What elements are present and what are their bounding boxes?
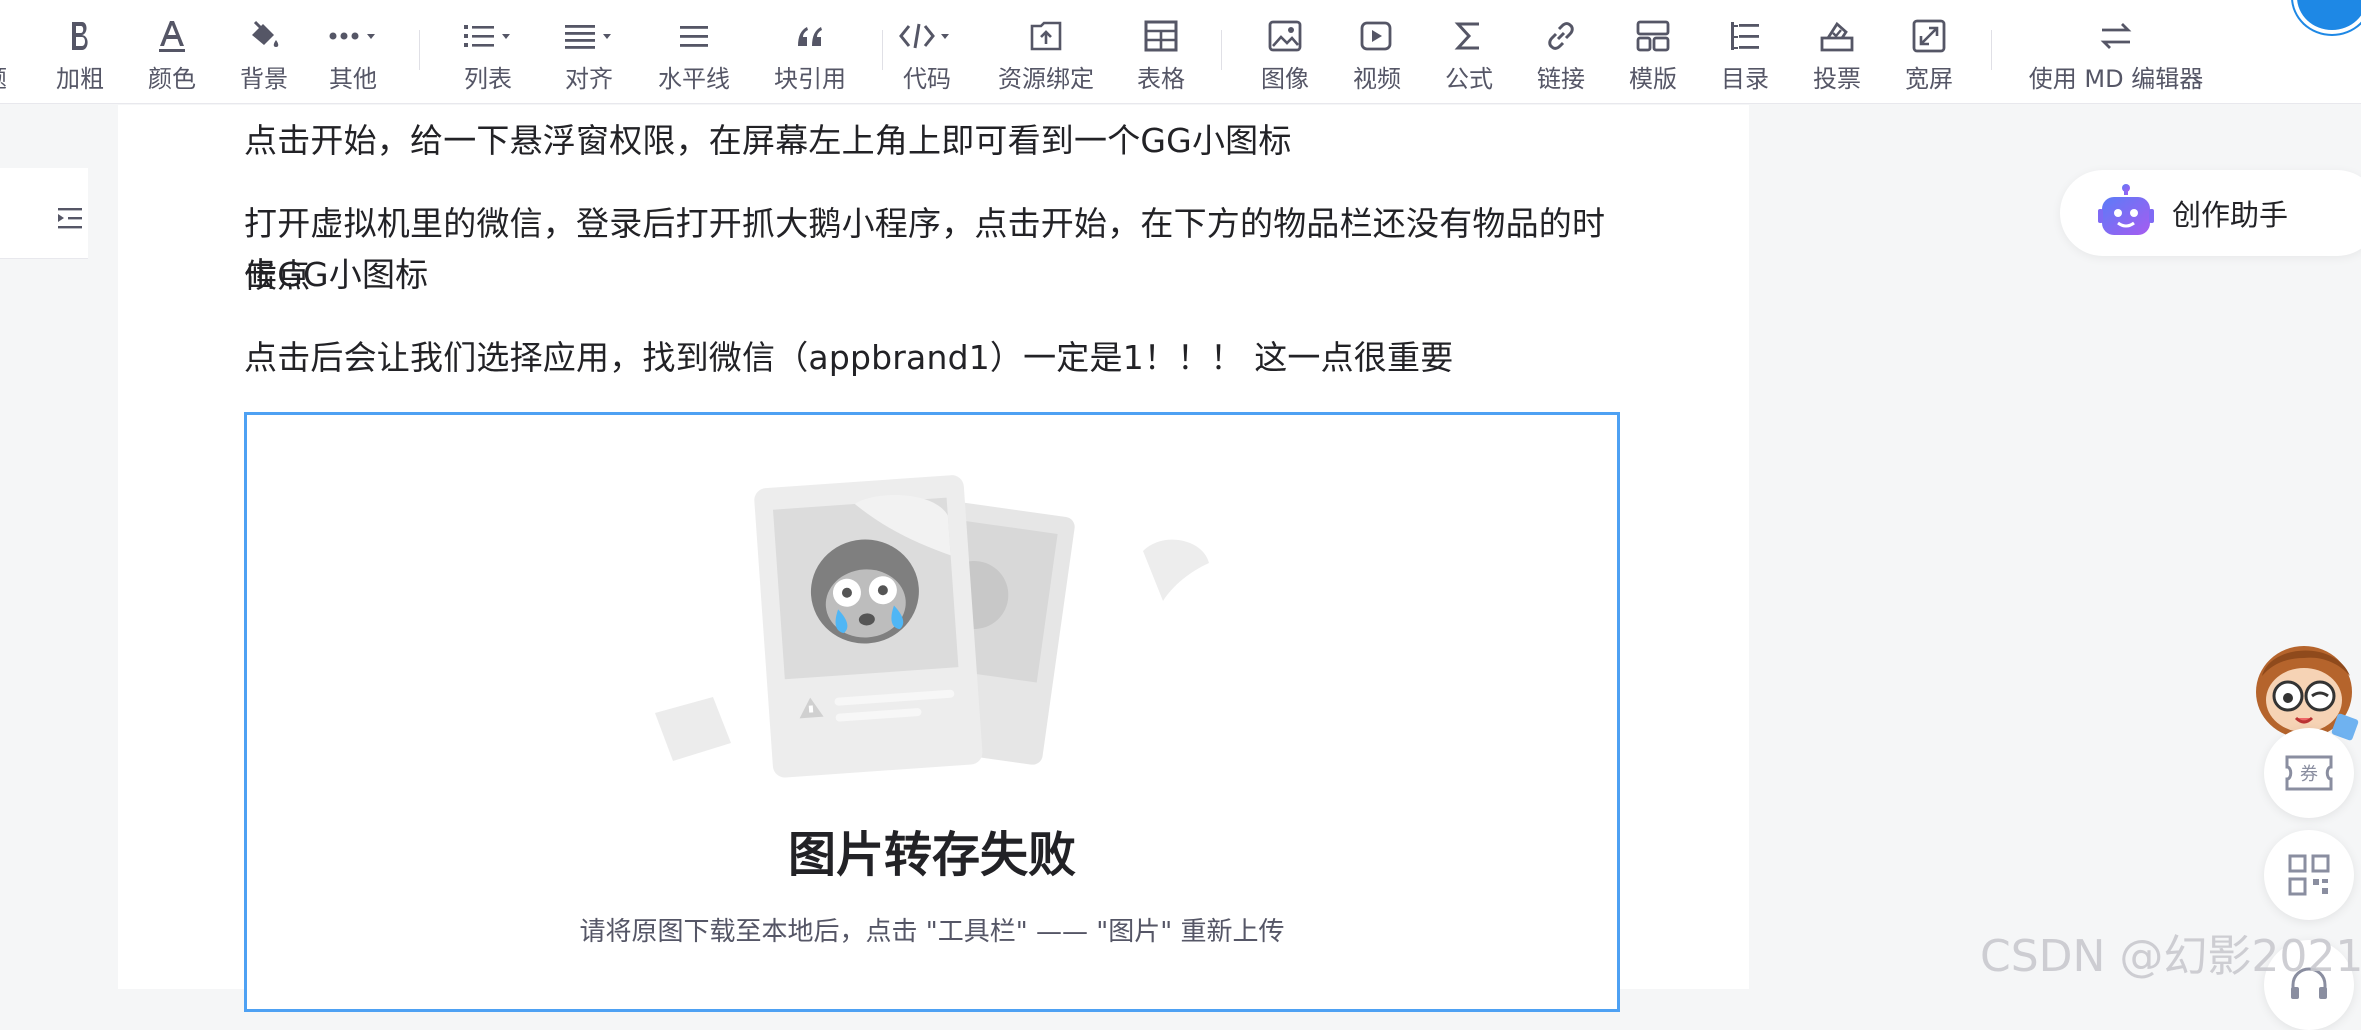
toolbar-label: 图像 <box>1261 65 1309 93</box>
outline-toggle-icon[interactable] <box>54 202 86 238</box>
toolbar-label: 其他 <box>329 65 377 93</box>
toolbar-list-button[interactable]: 列表 <box>453 0 523 104</box>
toolbar-label: 对齐 <box>565 65 613 93</box>
broken-image-illustration <box>643 451 1223 785</box>
code-icon <box>899 14 955 58</box>
assistant-label: 创作助手 <box>2172 198 2289 232</box>
horizontal-rule-icon <box>676 14 712 58</box>
user-avatar[interactable] <box>2293 0 2361 34</box>
image-error-description: 请将原图下载至本地后，点击 "工具栏" —— "图片" 重新上传 <box>579 917 1285 947</box>
toolbar-divider <box>419 30 420 70</box>
toolbar-md-editor-button[interactable]: 使用 MD 编辑器 <box>2028 0 2204 104</box>
qr-code-button[interactable] <box>2264 830 2354 920</box>
link-icon <box>1543 14 1579 58</box>
paragraph: 击GG小图标 <box>244 255 429 294</box>
quote-icon <box>792 14 828 58</box>
more-dots-icon <box>325 14 381 58</box>
toolbar-label: 视频 <box>1353 65 1401 93</box>
toolbar-hr-button[interactable]: 水平线 <box>652 0 736 104</box>
image-upload-failed-block[interactable]: 图片转存失败 请将原图下载至本地后，点击 "工具栏" —— "图片" 重新上传 <box>244 412 1620 1012</box>
switch-editor-icon <box>2098 14 2134 58</box>
toolbar-divider <box>882 30 883 70</box>
toolbar-resource-button[interactable]: 资源绑定 <box>994 0 1098 104</box>
qr-code-icon <box>2288 854 2330 896</box>
csdn-watermark: CSDN @幻影2021 <box>1980 931 2361 982</box>
heading-dropdown-icon <box>0 14 13 58</box>
toolbar-align-button[interactable]: 对齐 <box>554 0 624 104</box>
toolbar-label: 加粗 <box>56 65 104 93</box>
toolbar-quote-button[interactable]: 块引用 <box>768 0 852 104</box>
vote-icon <box>1819 14 1855 58</box>
toolbar-widescreen-button[interactable]: 宽屏 <box>1901 0 1957 104</box>
toolbar-divider <box>1991 30 1992 70</box>
toolbar-label: 题 <box>0 64 7 94</box>
toolbar-background-button[interactable]: 背景 <box>236 0 292 104</box>
toolbar-bold-button[interactable]: 加粗 <box>52 0 108 104</box>
editor-content[interactable]: 点击开始，给一下悬浮窗权限，在屏幕左上角上即可看到一个GG小图标 打开虚拟机里的… <box>118 105 1749 1012</box>
toolbar-label: 列表 <box>464 65 512 93</box>
toolbar-code-button[interactable]: 代码 <box>892 0 962 104</box>
toolbar-label: 代码 <box>903 65 951 93</box>
toolbar-label: 背景 <box>240 65 288 93</box>
toolbar-more-button[interactable]: 其他 <box>318 0 388 104</box>
toolbar-label: 宽屏 <box>1905 65 1953 93</box>
align-icon <box>561 14 617 58</box>
creation-assistant-button[interactable]: 创作助手 <box>2060 170 2361 256</box>
toc-icon <box>1727 14 1763 58</box>
toolbar-label: 模版 <box>1629 65 1677 93</box>
toolbar-label: 块引用 <box>774 65 846 93</box>
image-error-title: 图片转存失败 <box>787 827 1076 883</box>
paragraph: 点击开始，给一下悬浮窗权限，在屏幕左上角上即可看到一个GG小图标 <box>244 121 1292 160</box>
toolbar-label: 投票 <box>1813 65 1861 93</box>
paint-bucket-icon <box>246 14 282 58</box>
toolbar-link-button[interactable]: 链接 <box>1533 0 1589 104</box>
toolbar-label: 公式 <box>1445 65 1493 93</box>
toolbar-label: 资源绑定 <box>998 65 1094 93</box>
toolbar-video-button[interactable]: 视频 <box>1349 0 1405 104</box>
image-icon <box>1267 14 1303 58</box>
toolbar-label: 颜色 <box>148 65 196 93</box>
paragraph: 点击后会让我们选择应用，找到微信（appbrand1）一定是1！！！ 这一点很重… <box>244 338 1454 377</box>
toolbar-label: 使用 MD 编辑器 <box>2028 65 2204 93</box>
toolbar-label: 表格 <box>1137 65 1185 93</box>
template-icon <box>1635 14 1671 58</box>
coupon-icon: 券 <box>2285 755 2333 791</box>
list-icon <box>460 14 516 58</box>
toolbar-color-button[interactable]: 颜色 <box>144 0 200 104</box>
bold-icon <box>62 14 98 58</box>
editor-toolbar: 题 加粗 颜色 背景 其他 列表 对齐 <box>0 0 2361 104</box>
video-icon <box>1359 14 1395 58</box>
toolbar-toc-button[interactable]: 目录 <box>1717 0 1773 104</box>
toolbar-label: 目录 <box>1721 65 1769 93</box>
toolbar-formula-button[interactable]: 公式 <box>1441 0 1497 104</box>
toolbar-divider <box>1221 30 1222 70</box>
toolbar-image-button[interactable]: 图像 <box>1257 0 1313 104</box>
toolbar-label: 水平线 <box>658 65 730 93</box>
table-icon <box>1143 14 1179 58</box>
toolbar-heading-button[interactable]: 题 <box>0 0 20 104</box>
toolbar-table-button[interactable]: 表格 <box>1133 0 1189 104</box>
coupon-label: 券 <box>2300 764 2318 785</box>
toolbar-label: 链接 <box>1537 65 1585 93</box>
widescreen-icon <box>1911 14 1947 58</box>
toolbar-template-button[interactable]: 模版 <box>1625 0 1681 104</box>
toolbar-vote-button[interactable]: 投票 <box>1809 0 1865 104</box>
resource-upload-icon <box>1028 14 1064 58</box>
robot-icon <box>2098 184 2154 235</box>
outline-panel <box>0 168 88 259</box>
coupon-button[interactable]: 券 <box>2264 728 2354 818</box>
font-color-icon <box>154 14 190 58</box>
sigma-icon <box>1451 14 1487 58</box>
